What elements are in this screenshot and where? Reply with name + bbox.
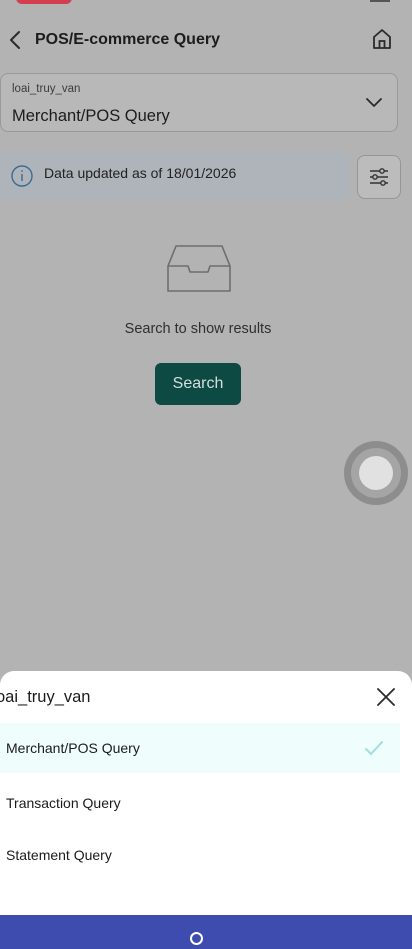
system-navigation-bar (0, 915, 412, 949)
status-bar (0, 0, 412, 10)
home-button[interactable] (370, 27, 394, 51)
sheet-title: oai_truy_van (0, 688, 91, 706)
option-merchant-pos-query[interactable]: Merchant/POS Query (0, 723, 400, 773)
option-transaction-query[interactable]: Transaction Query (0, 779, 400, 829)
option-label: Statement Query (6, 847, 112, 863)
recording-indicator (16, 0, 72, 4)
empty-state-message: Search to show results (124, 321, 272, 337)
filter-button[interactable] (357, 155, 401, 199)
menu-icon[interactable] (370, 0, 390, 2)
data-updated-text: Data updated as of 18/01/2026 (44, 165, 237, 181)
chevron-down-icon (366, 98, 382, 107)
page-title: POS/E-commerce Query (35, 31, 220, 48)
option-label: Merchant/POS Query (6, 740, 140, 756)
sliders-icon (370, 168, 388, 186)
select-value: Merchant/POS Query (12, 107, 170, 125)
option-statement-query[interactable]: Statement Query (0, 830, 400, 880)
bottom-sheet: oai_truy_van Merchant/POS Query Transact… (0, 671, 412, 949)
search-button[interactable]: Search (155, 363, 241, 405)
select-label: loai_truy_van (12, 83, 81, 95)
chevron-left-icon (10, 31, 20, 49)
app-header: POS/E-commerce Query (0, 20, 412, 60)
system-home-button[interactable] (190, 932, 203, 945)
info-icon (11, 165, 33, 187)
inbox-icon (167, 245, 231, 292)
close-icon[interactable] (374, 685, 398, 709)
option-label: Transaction Query (6, 795, 121, 811)
home-icon (373, 29, 391, 49)
back-button[interactable] (4, 26, 26, 54)
assistive-touch-ring (351, 448, 401, 498)
assistive-touch-core (359, 456, 393, 490)
query-type-select[interactable]: loai_truy_van Merchant/POS Query (0, 73, 398, 132)
assistive-touch-button[interactable] (344, 441, 408, 505)
check-icon (365, 741, 383, 755)
